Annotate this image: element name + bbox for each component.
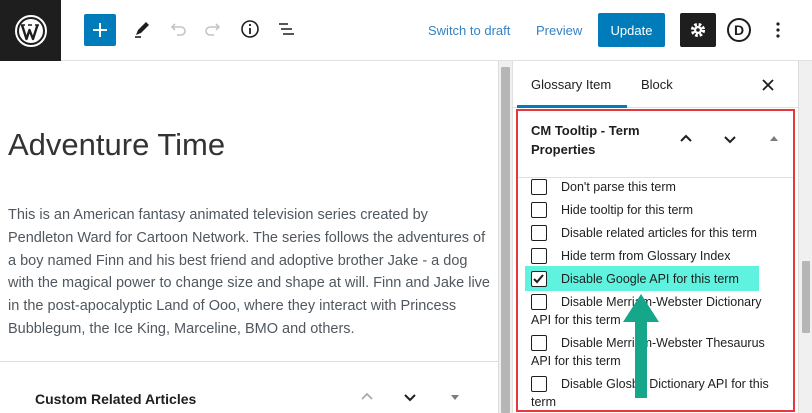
wordpress-logo-button[interactable]	[0, 0, 61, 61]
panel-title[interactable]: CM Tooltip - Term Properties	[531, 121, 671, 159]
option-label: Disable related articles for this term	[561, 226, 757, 240]
checkbox-disable-related-articles[interactable]	[531, 225, 547, 241]
tab-glossary-item[interactable]: Glossary Item	[531, 77, 611, 92]
option-label-continued: API for this term	[531, 354, 621, 368]
chevron-up-icon	[680, 134, 692, 142]
option-label-continued: API for this term	[531, 313, 621, 327]
list-view-icon	[279, 23, 294, 35]
redo-button[interactable]	[197, 13, 229, 45]
active-tab-indicator	[517, 105, 627, 108]
option-label: Disable Google API for this term	[561, 272, 739, 286]
add-block-button[interactable]	[84, 14, 116, 46]
panel-header: CM Tooltip - Term Properties	[518, 111, 793, 179]
sidebar-scrollbar-thumb[interactable]	[802, 261, 810, 333]
checkmark-icon	[533, 274, 544, 284]
option-label-continued: term	[531, 395, 556, 409]
checkbox-dont-parse[interactable]	[531, 179, 547, 195]
wordpress-icon	[14, 14, 47, 47]
editor-header: Switch to draft Preview Update D	[0, 0, 812, 61]
panel-separator	[518, 177, 793, 178]
preview-button[interactable]: Preview	[536, 23, 582, 38]
close-icon	[762, 79, 774, 91]
annotation-arrow-icon	[623, 294, 659, 398]
checkbox-hide-from-index[interactable]	[531, 248, 547, 264]
tools-button[interactable]	[126, 13, 158, 45]
option-label: Disable Glosbe Dictionary API for this	[561, 377, 769, 391]
switch-to-draft-button[interactable]: Switch to draft	[428, 23, 510, 38]
option-label: Don't parse this term	[561, 180, 676, 194]
meta-box-title[interactable]: Custom Related Articles	[35, 391, 196, 407]
pencil-icon	[135, 22, 149, 38]
meta-box-move-down-button[interactable]	[398, 385, 422, 409]
panel-move-down-button[interactable]	[718, 127, 742, 151]
checkbox-disable-mw-thesaurus[interactable]	[531, 335, 547, 351]
settings-button[interactable]	[680, 13, 716, 47]
chevron-down-icon	[404, 394, 416, 402]
options-button[interactable]	[768, 18, 788, 42]
chevron-up-icon	[361, 392, 373, 400]
plugin-avatar-button[interactable]: D	[727, 18, 751, 42]
option-label: Hide term from Glossary Index	[561, 249, 731, 263]
editor-scrollbar-thumb[interactable]	[501, 67, 510, 413]
editor-canvas: Adventure Time This is an American fanta…	[0, 61, 498, 413]
editor-scrollbar[interactable]	[498, 61, 512, 413]
sidebar-tabs: Glossary Item Block	[513, 61, 812, 108]
checkbox-disable-mw-dictionary[interactable]	[531, 294, 547, 310]
meta-box-move-up-button[interactable]	[355, 385, 379, 409]
meta-box-toggle-button[interactable]	[443, 385, 467, 409]
chevron-down-icon	[724, 136, 736, 144]
undo-icon	[170, 23, 186, 36]
info-icon	[241, 20, 259, 38]
checkbox-disable-google-api[interactable]	[531, 271, 547, 287]
checkbox-hide-tooltip[interactable]	[531, 202, 547, 218]
option-label: Hide tooltip for this term	[561, 203, 693, 217]
panel-move-up-button[interactable]	[674, 127, 698, 151]
sidebar-scrollbar[interactable]	[798, 61, 812, 413]
more-vertical-icon	[776, 22, 780, 38]
update-button[interactable]: Update	[598, 13, 665, 47]
details-button[interactable]	[234, 13, 266, 45]
post-paragraph[interactable]: This is an American fantasy animated tel…	[8, 204, 496, 341]
caret-down-icon	[451, 395, 459, 400]
undo-button[interactable]	[162, 13, 194, 45]
redo-icon	[205, 23, 221, 36]
tab-block[interactable]: Block	[641, 77, 673, 92]
meta-box-divider	[0, 361, 498, 362]
plus-icon	[93, 23, 107, 37]
gear-icon	[690, 22, 706, 38]
checkbox-disable-glosbe-api[interactable]	[531, 376, 547, 392]
list-view-button[interactable]	[270, 13, 302, 45]
caret-up-icon	[770, 136, 778, 141]
post-title[interactable]: Adventure Time	[8, 127, 225, 163]
panel-toggle-button[interactable]	[762, 127, 786, 151]
close-settings-button[interactable]	[757, 74, 779, 96]
